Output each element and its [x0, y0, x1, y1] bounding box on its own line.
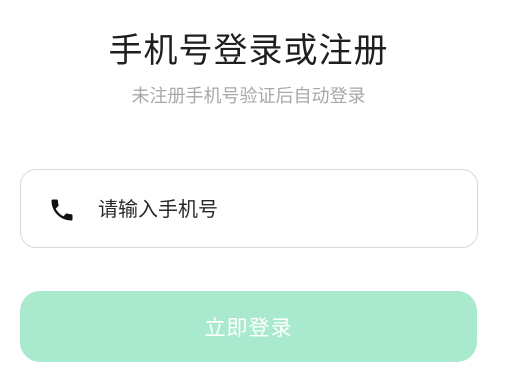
phone-icon [51, 199, 73, 221]
page-subtitle: 未注册手机号验证后自动登录 [131, 86, 366, 107]
login-button[interactable]: 立即登录 [20, 291, 477, 362]
phone-field[interactable] [20, 169, 478, 248]
phone-input[interactable] [98, 188, 458, 230]
page-title: 手机号登录或注册 [108, 31, 389, 71]
